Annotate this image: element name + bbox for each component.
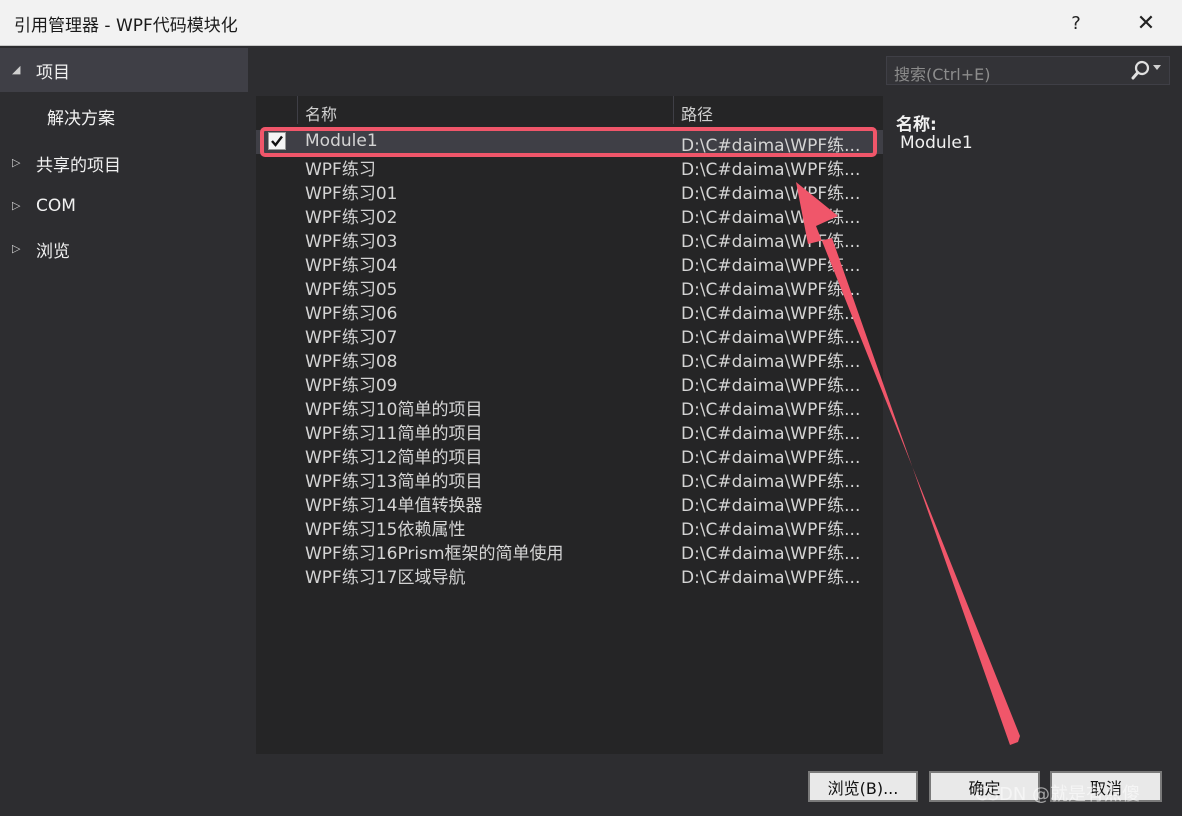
browse-button[interactable]: 浏览(B)... <box>808 771 918 802</box>
row-name: WPF练习04 <box>305 256 398 276</box>
table-row[interactable]: WPF练习01 D:\C#daima\WPF练... <box>256 178 883 204</box>
row-path: D:\C#daima\WPF练... <box>681 496 861 516</box>
row-name: WPF练习13简单的项目 <box>305 472 483 492</box>
collapsed-arrow-icon: ▷ <box>12 199 21 212</box>
row-path: D:\C#daima\WPF练... <box>681 232 861 252</box>
row-path: D:\C#daima\WPF练... <box>681 544 861 564</box>
table-row[interactable]: WPF练习14单值转换器 D:\C#daima\WPF练... <box>256 490 883 516</box>
ok-button[interactable]: 确定 <box>929 771 1040 802</box>
search-placeholder: 搜索(Ctrl+E) <box>894 65 991 84</box>
row-path: D:\C#daima\WPF练... <box>681 136 861 156</box>
collapsed-arrow-icon: ▷ <box>12 156 21 169</box>
table-row[interactable]: WPF练习06 D:\C#daima\WPF练... <box>256 298 883 324</box>
row-name: WPF练习14单值转换器 <box>305 496 483 516</box>
row-path: D:\C#daima\WPF练... <box>681 400 861 420</box>
table-row[interactable]: Module1 D:\C#daima\WPF练... <box>256 130 883 156</box>
expanded-arrow-icon: ◢ <box>12 63 21 76</box>
table-row[interactable]: WPF练习09 D:\C#daima\WPF练... <box>256 370 883 396</box>
table-row[interactable]: WPF练习12简单的项目 D:\C#daima\WPF练... <box>256 442 883 468</box>
table-row[interactable]: WPF练习04 D:\C#daima\WPF练... <box>256 250 883 276</box>
column-header-name[interactable]: 名称 <box>305 101 337 125</box>
sidebar-item-browse[interactable]: ▷ 浏览 <box>0 227 248 271</box>
row-name: WPF练习16Prism框架的简单使用 <box>305 544 564 564</box>
row-path: D:\C#daima\WPF练... <box>681 448 861 468</box>
sidebar-item-solution[interactable]: 解决方案 <box>0 94 248 138</box>
close-button[interactable]: ✕ <box>1126 9 1166 37</box>
row-name: WPF练习10简单的项目 <box>305 400 483 420</box>
list-header: 名称 路径 <box>256 96 883 124</box>
reference-manager-window: 引用管理器 - WPF代码模块化 ? ✕ ◢ 项目 解决方案 ▷ 共享的项目 ▷… <box>0 0 1182 816</box>
window-title: 引用管理器 - WPF代码模块化 <box>14 16 238 36</box>
row-name: WPF练习05 <box>305 280 398 300</box>
table-row[interactable]: WPF练习10简单的项目 D:\C#daima\WPF练... <box>256 394 883 420</box>
table-row[interactable]: WPF练习07 D:\C#daima\WPF练... <box>256 322 883 348</box>
row-path: D:\C#daima\WPF练... <box>681 328 861 348</box>
check-icon <box>271 135 283 147</box>
row-path: D:\C#daima\WPF练... <box>681 184 861 204</box>
table-row[interactable]: WPF练习15依赖属性 D:\C#daima\WPF练... <box>256 514 883 540</box>
row-path: D:\C#daima\WPF练... <box>681 568 861 588</box>
column-header-path[interactable]: 路径 <box>681 101 713 125</box>
cancel-button[interactable]: 取消 <box>1050 771 1162 802</box>
row-path: D:\C#daima\WPF练... <box>681 472 861 492</box>
row-path: D:\C#daima\WPF练... <box>681 256 861 276</box>
sidebar-item-projects[interactable]: ◢ 项目 <box>0 48 248 92</box>
sidebar-item-label: 浏览 <box>36 241 70 262</box>
row-name: WPF练习15依赖属性 <box>305 520 466 540</box>
table-row[interactable]: WPF练习08 D:\C#daima\WPF练... <box>256 346 883 372</box>
table-row[interactable]: WPF练习 D:\C#daima\WPF练... <box>256 154 883 180</box>
row-name: WPF练习01 <box>305 184 398 204</box>
search-icon[interactable] <box>1131 60 1151 84</box>
row-path: D:\C#daima\WPF练... <box>681 208 861 228</box>
table-row[interactable]: WPF练习05 D:\C#daima\WPF练... <box>256 274 883 300</box>
row-name: WPF练习 <box>305 160 376 180</box>
sidebar: ◢ 项目 解决方案 ▷ 共享的项目 ▷ COM ▷ 浏览 <box>0 46 248 758</box>
row-name: WPF练习09 <box>305 376 398 396</box>
table-row[interactable]: WPF练习02 D:\C#daima\WPF练... <box>256 202 883 228</box>
row-name: WPF练习06 <box>305 304 398 324</box>
row-path: D:\C#daima\WPF练... <box>681 280 861 300</box>
row-path: D:\C#daima\WPF练... <box>681 304 861 324</box>
column-separator[interactable] <box>673 96 674 124</box>
row-name: WPF练习17区域导航 <box>305 568 466 588</box>
row-name: WPF练习11简单的项目 <box>305 424 483 444</box>
sidebar-item-shared-projects[interactable]: ▷ 共享的项目 <box>0 141 248 185</box>
table-row[interactable]: WPF练习13简单的项目 D:\C#daima\WPF练... <box>256 466 883 492</box>
sidebar-item-label: COM <box>36 196 76 216</box>
checkbox-column-header <box>256 96 298 124</box>
row-name: WPF练习07 <box>305 328 398 348</box>
detail-value: Module1 <box>900 133 973 153</box>
sidebar-item-label: 解决方案 <box>47 108 115 129</box>
detail-panel: 名称: Module1 <box>886 96 1172 754</box>
sidebar-item-label: 项目 <box>36 62 70 83</box>
row-path: D:\C#daima\WPF练... <box>681 376 861 396</box>
row-path: D:\C#daima\WPF练... <box>681 352 861 372</box>
sidebar-item-label: 共享的项目 <box>36 155 121 176</box>
detail-label: 名称: <box>896 115 937 135</box>
row-path: D:\C#daima\WPF练... <box>681 160 861 180</box>
table-row[interactable]: WPF练习11简单的项目 D:\C#daima\WPF练... <box>256 418 883 444</box>
table-row[interactable]: WPF练习16Prism框架的简单使用 D:\C#daima\WPF练... <box>256 538 883 564</box>
reference-list: 名称 路径 Module1 D:\C#daima\WPF练... WPF练习 D:\C… <box>256 96 883 754</box>
table-row[interactable]: WPF练习17区域导航 D:\C#daima\WPF练... <box>256 562 883 588</box>
row-name: WPF练习08 <box>305 352 398 372</box>
collapsed-arrow-icon: ▷ <box>12 242 21 255</box>
sidebar-item-com[interactable]: ▷ COM <box>0 184 248 228</box>
table-row[interactable]: WPF练习03 D:\C#daima\WPF练... <box>256 226 883 252</box>
chevron-down-icon[interactable] <box>1153 65 1161 70</box>
row-name: WPF练习12简单的项目 <box>305 448 483 468</box>
row-path: D:\C#daima\WPF练... <box>681 520 861 540</box>
row-path: D:\C#daima\WPF练... <box>681 424 861 444</box>
checkbox[interactable] <box>268 132 286 150</box>
row-name: WPF练习03 <box>305 232 398 252</box>
row-name: Module1 <box>305 131 378 151</box>
title-bar: 引用管理器 - WPF代码模块化 ? ✕ <box>0 0 1182 46</box>
row-name: WPF练习02 <box>305 208 398 228</box>
list-rows: Module1 D:\C#daima\WPF练... WPF练习 D:\C#daima… <box>256 130 883 588</box>
search-input[interactable]: 搜索(Ctrl+E) <box>886 56 1170 85</box>
help-button[interactable]: ? <box>1056 9 1096 37</box>
